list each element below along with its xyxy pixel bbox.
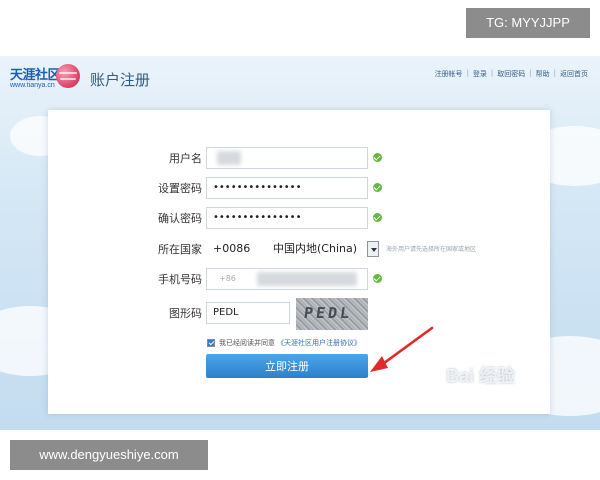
registration-screenshot: 天涯社区 www.tianya.cn 账户注册 注册帐号 | 登录 | 取回密码 | … [0,56,600,430]
baidu-watermark: Bai 经验 [446,366,516,386]
site-overlay-label: www.dengyueshiye.com [10,440,208,470]
tg-overlay-label: TG: MYYJJPP [466,8,590,38]
